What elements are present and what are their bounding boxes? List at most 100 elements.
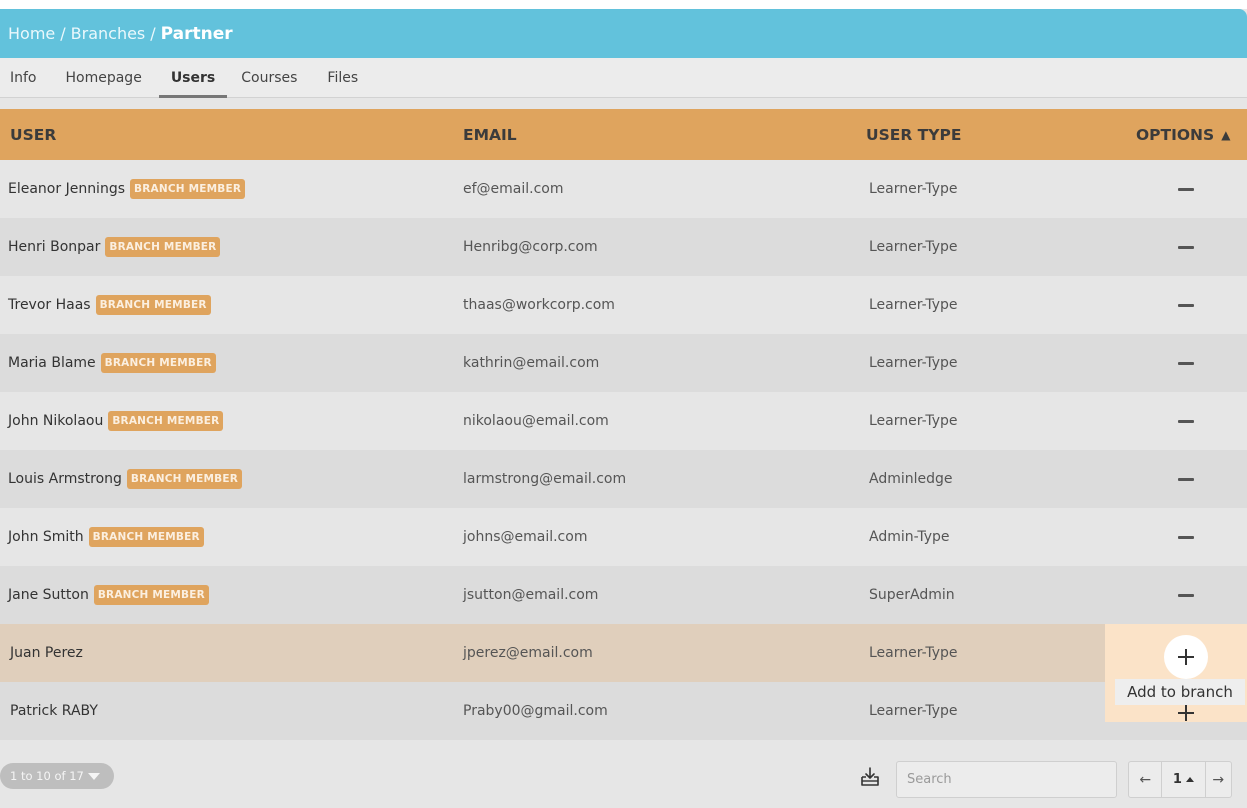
table-header: USER EMAIL USER TYPE OPTIONS ▲ xyxy=(0,109,1247,160)
user-type-cell: Learner-Type xyxy=(869,355,958,371)
plus-icon xyxy=(1178,705,1194,721)
user-name[interactable]: Henri Bonpar xyxy=(8,239,100,255)
branch-member-badge: BRANCH MEMBER xyxy=(105,237,221,257)
minus-icon xyxy=(1178,419,1194,423)
column-header-email[interactable]: EMAIL xyxy=(463,109,517,160)
tab-info[interactable]: Info xyxy=(10,58,37,98)
remove-from-branch-button[interactable] xyxy=(1178,334,1194,392)
search-input[interactable] xyxy=(896,761,1117,798)
user-name[interactable]: Trevor Haas xyxy=(8,297,91,313)
remove-from-branch-button[interactable] xyxy=(1178,392,1194,450)
branch-member-badge: BRANCH MEMBER xyxy=(130,179,246,199)
user-type-cell: Adminledge xyxy=(869,471,953,487)
plus-icon xyxy=(1178,649,1194,665)
branch-member-badge: BRANCH MEMBER xyxy=(88,527,204,547)
user-cell: Eleanor Jennings BRANCH MEMBER xyxy=(8,160,246,218)
column-header-user[interactable]: USER xyxy=(10,109,56,160)
user-cell: Patrick RABY xyxy=(10,682,98,740)
email-cell: Henribg@corp.com xyxy=(463,239,598,255)
breadcrumb-branches[interactable]: Branches xyxy=(71,24,146,43)
email-cell: Praby00@gmail.com xyxy=(463,703,608,719)
user-name[interactable]: Patrick RABY xyxy=(10,703,98,719)
table-row[interactable]: Henri Bonpar BRANCH MEMBER Henribg@corp.co… xyxy=(0,218,1247,276)
user-cell: Maria Blame BRANCH MEMBER xyxy=(8,334,216,392)
minus-icon xyxy=(1178,245,1194,249)
branch-member-badge: BRANCH MEMBER xyxy=(100,353,216,373)
email-cell: ef@email.com xyxy=(463,181,564,197)
remove-from-branch-button[interactable] xyxy=(1178,508,1194,566)
table-row[interactable]: Jane Sutton BRANCH MEMBER jsutton@email.co… xyxy=(0,566,1247,624)
add-to-branch-button[interactable] xyxy=(1164,635,1208,679)
rows-per-page-dropdown[interactable]: 1 to 10 of 17 xyxy=(0,763,114,789)
email-cell: thaas@workcorp.com xyxy=(463,297,615,313)
user-cell: Juan Perez xyxy=(10,624,83,682)
branch-users-page: Home / Branches / Partner Info Homepage … xyxy=(0,9,1247,808)
branch-member-badge: BRANCH MEMBER xyxy=(126,469,243,489)
user-type-cell: Learner-Type xyxy=(869,703,958,719)
user-type-cell: Learner-Type xyxy=(869,297,958,313)
email-cell: jperez@email.com xyxy=(463,645,593,661)
pager-info-label: 1 to 10 of 17 xyxy=(10,769,84,783)
tab-homepage[interactable]: Homepage xyxy=(66,58,142,98)
add-to-branch-button[interactable] xyxy=(1178,705,1194,721)
user-name[interactable]: Juan Perez xyxy=(10,645,83,661)
user-name[interactable]: Maria Blame xyxy=(8,355,96,371)
remove-from-branch-button[interactable] xyxy=(1178,276,1194,334)
remove-from-branch-button[interactable] xyxy=(1178,450,1194,508)
page-select[interactable]: 1 xyxy=(1162,762,1206,797)
prev-page-button[interactable]: ← xyxy=(1129,762,1163,797)
user-cell: Jane Sutton BRANCH MEMBER xyxy=(8,566,209,624)
table-row[interactable]: John Nikolaou BRANCH MEMBER nikolaou@email… xyxy=(0,392,1247,450)
remove-from-branch-button[interactable] xyxy=(1178,160,1194,218)
table-row[interactable]: Eleanor Jennings BRANCH MEMBER ef@email.co… xyxy=(0,160,1247,218)
breadcrumb-home[interactable]: Home xyxy=(8,24,55,43)
minus-icon xyxy=(1178,535,1194,539)
branch-member-badge: BRANCH MEMBER xyxy=(108,411,224,431)
tab-courses[interactable]: Courses xyxy=(241,58,297,98)
user-name[interactable]: Eleanor Jennings xyxy=(8,181,125,197)
minus-icon xyxy=(1178,593,1194,597)
user-type-cell: SuperAdmin xyxy=(869,587,955,603)
user-cell: Trevor Haas BRANCH MEMBER xyxy=(8,276,211,334)
tab-users[interactable]: Users xyxy=(158,58,228,98)
user-type-cell: Learner-Type xyxy=(869,239,958,255)
user-name[interactable]: John Nikolaou xyxy=(8,413,103,429)
next-page-button[interactable]: → xyxy=(1206,762,1231,797)
minus-icon xyxy=(1178,187,1194,191)
user-name[interactable]: John Smith xyxy=(8,529,84,545)
breadcrumb: Home / Branches / Partner xyxy=(0,9,1247,58)
table-row[interactable]: John Smith BRANCH MEMBER johns@email.com Ad… xyxy=(0,508,1247,566)
add-to-branch-tooltip: Add to branch xyxy=(1115,679,1245,705)
minus-icon xyxy=(1178,361,1194,365)
download-icon[interactable] xyxy=(859,766,881,788)
current-page-number: 1 xyxy=(1172,772,1182,787)
table-row[interactable]: Patrick RABY Praby00@gmail.com Learner-Typ… xyxy=(0,682,1247,740)
breadcrumb-current: Partner xyxy=(160,23,233,44)
column-header-options[interactable]: OPTIONS ▲ xyxy=(1136,109,1230,160)
branch-member-badge: BRANCH MEMBER xyxy=(95,295,211,315)
remove-from-branch-button[interactable] xyxy=(1178,566,1194,624)
table-row[interactable]: Juan Perez jperez@email.com Learner-Type xyxy=(0,624,1247,682)
email-cell: nikolaou@email.com xyxy=(463,413,609,429)
caret-up-icon xyxy=(1185,777,1194,782)
user-name[interactable]: Jane Sutton xyxy=(8,587,89,603)
remove-from-branch-button[interactable] xyxy=(1178,218,1194,276)
email-cell: jsutton@email.com xyxy=(463,587,599,603)
email-cell: kathrin@email.com xyxy=(463,355,600,371)
column-header-user-type[interactable]: USER TYPE xyxy=(866,109,961,160)
table-row[interactable]: Maria Blame BRANCH MEMBER kathrin@email.co… xyxy=(0,334,1247,392)
user-name[interactable]: Louis Armstrong xyxy=(8,471,122,487)
tab-files[interactable]: Files xyxy=(327,58,358,98)
email-cell: larmstrong@email.com xyxy=(463,471,627,487)
breadcrumb-separator: / xyxy=(150,24,156,43)
caret-up-icon: ▲ xyxy=(1221,127,1231,142)
branch-member-badge: BRANCH MEMBER xyxy=(93,585,209,605)
email-cell: johns@email.com xyxy=(463,529,588,545)
options-header-label: OPTIONS xyxy=(1136,125,1215,144)
caret-down-icon xyxy=(87,772,100,780)
user-type-cell: Learner-Type xyxy=(869,645,958,661)
table-row[interactable]: Louis Armstrong BRANCH MEMBER larmstrong@e… xyxy=(0,450,1247,508)
breadcrumb-separator: / xyxy=(60,24,66,43)
minus-icon xyxy=(1178,477,1194,481)
table-row[interactable]: Trevor Haas BRANCH MEMBER thaas@workcorp.c… xyxy=(0,276,1247,334)
